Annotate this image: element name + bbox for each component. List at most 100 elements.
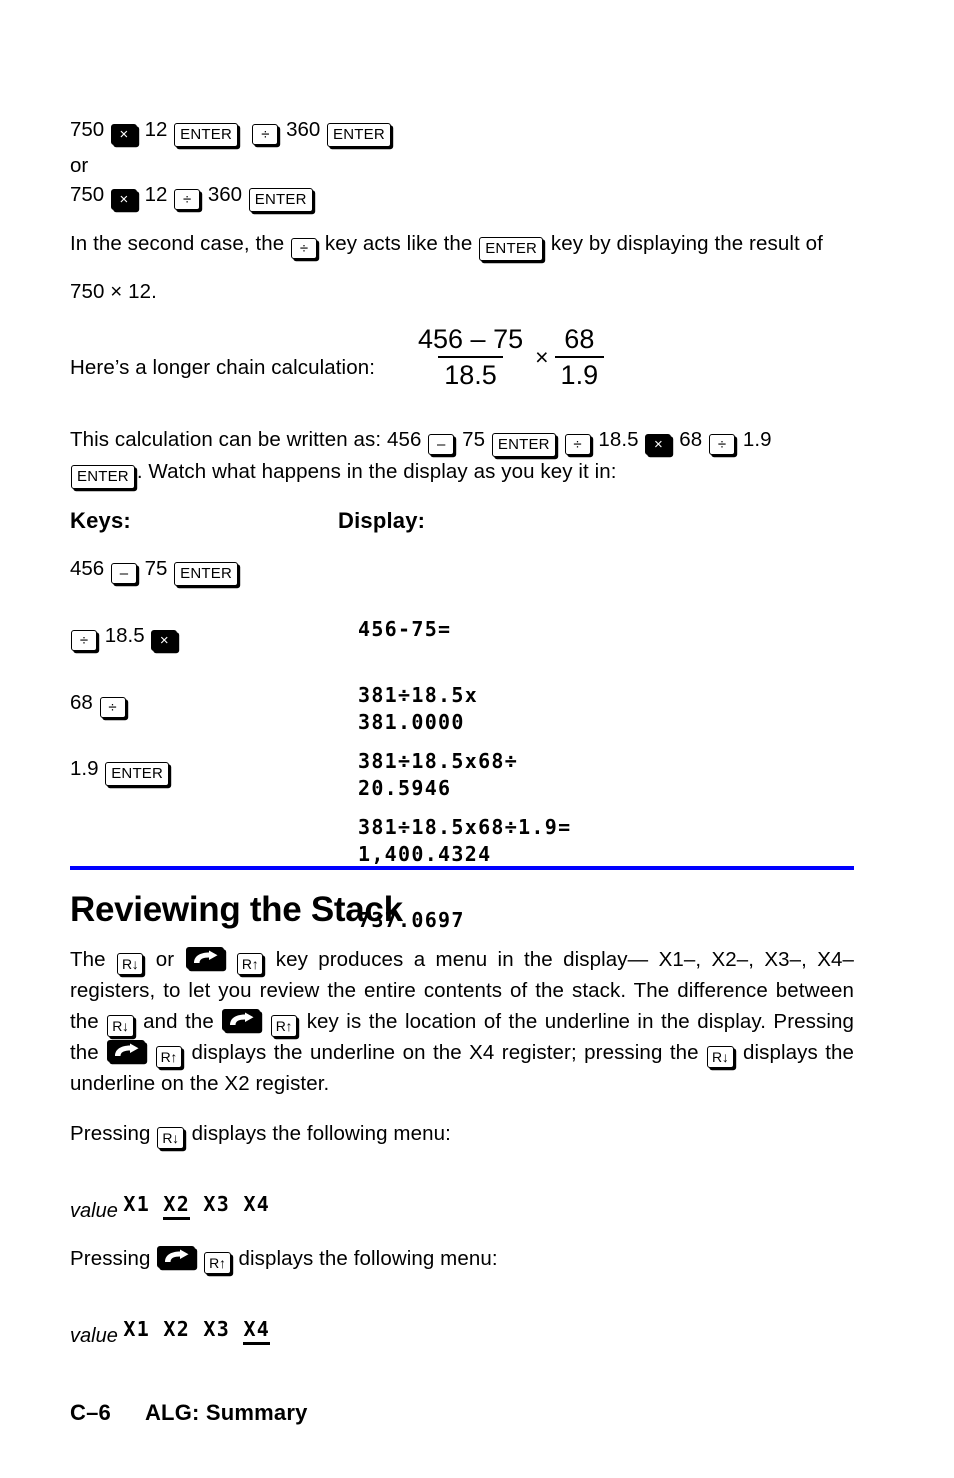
divide-key-icon[interactable]: ÷ <box>291 238 318 259</box>
pressing-text-a: Pressing <box>70 1122 151 1145</box>
table-row-keys: 456 – 75 ENTER <box>70 553 240 586</box>
written-as-tail-text: . Watch what happens in the display as y… <box>136 460 617 483</box>
pressing-text-b: displays the following menu: <box>238 1247 498 1270</box>
enter-key-icon[interactable]: ENTER <box>174 123 238 147</box>
divide-key-icon[interactable]: ÷ <box>174 189 201 210</box>
stack-menu-1-value: value <box>70 1200 118 1223</box>
divide-glyph: ÷ <box>79 632 89 649</box>
enter-key-icon[interactable]: ENTER <box>327 123 391 147</box>
divide-key-icon[interactable]: ÷ <box>564 434 591 455</box>
operand-18-5: 18.5 <box>598 428 639 451</box>
written-as-lead: This calculation can be written as: <box>70 428 382 451</box>
minus-glyph: – <box>437 436 446 453</box>
shift-key-icon[interactable] <box>185 947 224 969</box>
roll-up-key-icon[interactable]: R↑ <box>270 1015 298 1037</box>
enter-label: ENTER <box>180 565 232 582</box>
multiply-glyph: × <box>119 126 129 143</box>
multiply-key-icon[interactable]: × <box>110 189 137 210</box>
enter-label: ENTER <box>254 191 307 208</box>
key-sequence-line-2: 750 × 12 ÷ 360 ENTER <box>70 179 315 212</box>
fraction-first: 456 – 75 18.5 <box>412 326 529 389</box>
keys-header-label: Keys: <box>70 508 131 533</box>
roll-up-key-icon[interactable]: R↑ <box>155 1046 183 1068</box>
divide-glyph: ÷ <box>108 699 117 716</box>
roll-down-key-icon[interactable]: R↓ <box>707 1046 734 1068</box>
second-case-text-c: key by displaying the result of <box>550 232 823 255</box>
enter-key-icon[interactable]: ENTER <box>105 762 170 786</box>
roll-up-key-icon[interactable]: R↑ <box>236 953 264 975</box>
fraction-second: 68 1.9 <box>554 324 605 389</box>
stack-text-a: The <box>70 948 106 971</box>
divide-glyph: ÷ <box>261 126 270 143</box>
paragraph-written-as: This calculation can be written as: 456 … <box>70 424 854 457</box>
enter-label: ENTER <box>77 468 129 485</box>
row-operand-1: 68 <box>70 691 93 714</box>
paragraph-second-case: In the second case, the ÷ key acts like … <box>70 228 854 261</box>
fraction-numerator: 68 <box>564 324 595 354</box>
divide-glyph: ÷ <box>717 436 727 453</box>
row-operand-2: 75 <box>144 557 168 580</box>
pressing-text-b: displays the following menu: <box>191 1122 451 1145</box>
paragraph-pressing-rolldown: Pressing R↓ displays the following menu: <box>70 1118 451 1149</box>
paragraph-second-case-tail: 750 × 12. <box>70 276 157 307</box>
display-header-label: Display: <box>338 508 426 533</box>
minus-key-icon[interactable]: – <box>110 563 137 584</box>
multiply-operator-glyph: × <box>535 344 549 370</box>
divide-key-icon[interactable]: ÷ <box>252 124 279 145</box>
roll-up-glyph: R↑ <box>241 956 259 972</box>
enter-key-icon[interactable]: ENTER <box>248 188 313 212</box>
section-title-text: Reviewing the Stack <box>70 890 403 929</box>
multiply-key-icon[interactable]: × <box>151 630 178 651</box>
column-header-display: Display: <box>338 508 425 534</box>
value-label: value <box>70 1200 118 1222</box>
minus-glyph: – <box>119 565 129 582</box>
stack-text-d: and the <box>143 1010 214 1033</box>
enter-key-icon[interactable]: ENTER <box>174 562 238 586</box>
divide-key-icon[interactable]: ÷ <box>71 630 97 651</box>
fraction-denominator: 1.9 <box>554 356 605 389</box>
shift-key-icon[interactable] <box>157 1246 196 1268</box>
divide-key-icon[interactable]: ÷ <box>709 434 736 455</box>
column-header-keys: Keys: <box>70 508 131 534</box>
menu-prefix: X1 <box>123 1192 164 1216</box>
enter-label: ENTER <box>333 126 385 143</box>
menu-suffix: X3 X4 <box>190 1192 271 1216</box>
operand-750: 750 <box>70 183 105 206</box>
operand-456: 456 <box>386 428 422 451</box>
second-case-text-a: In the second case, the <box>70 232 285 255</box>
multiply-key-icon[interactable]: × <box>645 434 672 455</box>
roll-up-glyph: R↑ <box>275 1018 293 1034</box>
stack-menu-2-value: value <box>70 1325 118 1348</box>
roll-down-key-icon[interactable]: R↓ <box>107 1015 134 1037</box>
divide-glyph: ÷ <box>299 240 309 257</box>
roll-down-glyph: R↓ <box>121 956 139 972</box>
fraction-numerator: 456 – 75 <box>418 324 524 354</box>
operand-12: 12 <box>144 118 168 141</box>
enter-key-icon[interactable]: ENTER <box>479 237 544 261</box>
operand-75: 75 <box>462 428 486 451</box>
shift-key-icon[interactable] <box>222 1009 261 1031</box>
paragraph-written-as-tail: ENTER . Watch what happens in the display… <box>70 456 854 489</box>
operand-12: 12 <box>144 183 168 206</box>
shift-key-icon[interactable] <box>107 1040 146 1062</box>
table-row-keys: 1.9 ENTER <box>70 753 171 786</box>
paragraph-stack-review: The R↓ or R↑ key produces a menu in the … <box>70 944 854 1099</box>
minus-key-icon[interactable]: – <box>428 434 455 455</box>
multiply-glyph: × <box>159 632 169 649</box>
shift-arrow-glyph <box>165 1249 189 1262</box>
enter-key-icon[interactable]: ENTER <box>71 465 135 489</box>
enter-key-icon[interactable]: ENTER <box>491 433 556 457</box>
stack-text-f: displays the underline on the X4 registe… <box>191 1041 699 1064</box>
multiply-key-icon[interactable]: × <box>110 124 137 145</box>
divide-key-icon[interactable]: ÷ <box>99 697 126 718</box>
enter-label: ENTER <box>497 436 550 453</box>
roll-up-glyph: R↑ <box>209 1255 226 1271</box>
divide-glyph: ÷ <box>573 436 582 453</box>
roll-down-key-icon[interactable]: R↓ <box>116 953 144 975</box>
second-case-text-b: key acts like the <box>324 232 473 255</box>
stack-text-b: or <box>155 948 175 971</box>
page-footer: C–6 ALG: Summary <box>70 1400 308 1426</box>
roll-down-key-icon[interactable]: R↓ <box>157 1127 184 1149</box>
roll-up-key-icon[interactable]: R↑ <box>204 1252 231 1274</box>
menu-underlined-register: X4 <box>243 1317 271 1345</box>
